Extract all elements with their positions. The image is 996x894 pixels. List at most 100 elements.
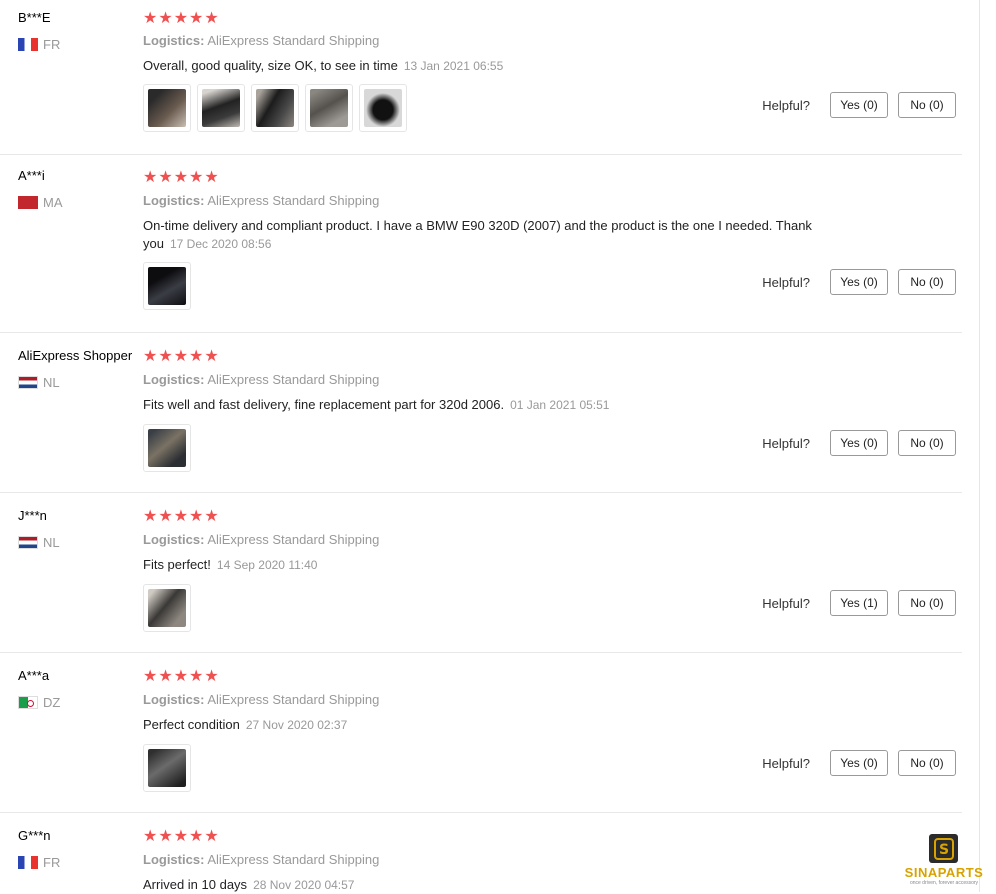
review-text: Arrived in 10 days 28 Nov 2020 04:57 — [143, 876, 843, 894]
helpful-yes-button[interactable]: Yes (0) — [830, 92, 888, 118]
review-feedback: Fits perfect! — [143, 557, 211, 572]
reviewer-country: DZ — [18, 695, 60, 710]
s-logo-icon: S — [929, 834, 958, 863]
logistics-value: AliExpress Standard Shipping — [207, 692, 380, 707]
star-rating: ★★★★★ — [143, 508, 220, 525]
helpful-yes-button[interactable]: Yes (0) — [830, 269, 888, 295]
review-item: J***n NL ★★★★★ Logistics: AliExpress Sta… — [0, 493, 962, 653]
reviewer-country: FR — [18, 855, 60, 870]
review-item: A***a DZ ★★★★★ Logistics: AliExpress Sta… — [0, 653, 962, 813]
review-photo[interactable] — [197, 84, 245, 132]
country-code: FR — [43, 37, 61, 52]
logistics-info: Logistics: AliExpress Standard Shipping — [143, 852, 379, 867]
logistics-label: Logistics: — [143, 193, 205, 208]
watermark-tagline: once driven, forever accessory — [909, 880, 979, 886]
reviewer-country: FR — [18, 37, 60, 52]
helpful-no-button[interactable]: No (0) — [898, 269, 956, 295]
star-rating: ★★★★★ — [143, 169, 220, 186]
reviewer-country: NL — [18, 535, 60, 550]
country-code: NL — [43, 535, 60, 550]
flag-icon — [18, 856, 38, 869]
helpful-no-button[interactable]: No (0) — [898, 430, 956, 456]
review-photos — [143, 262, 191, 310]
logistics-label: Logistics: — [143, 692, 205, 707]
logistics-label: Logistics: — [143, 372, 205, 387]
review-photo[interactable] — [143, 84, 191, 132]
review-text: On-time delivery and compliant product. … — [143, 217, 843, 253]
reviewer-name: J***n — [18, 508, 47, 523]
review-text: Fits perfect! 14 Sep 2020 11:40 — [143, 556, 843, 574]
helpful-label: Helpful? — [762, 595, 810, 611]
helpful-label: Helpful? — [762, 755, 810, 771]
review-date: 01 Jan 2021 05:51 — [510, 398, 610, 412]
review-text: Perfect condition 27 Nov 2020 02:37 — [143, 716, 843, 734]
review-list: B***E FR ★★★★★ Logistics: AliExpress Sta… — [0, 0, 962, 893]
review-item: B***E FR ★★★★★ Logistics: AliExpress Sta… — [0, 0, 962, 155]
review-photos — [143, 744, 191, 792]
review-item: AliExpress Shopper NL ★★★★★ Logistics: A… — [0, 333, 962, 493]
helpful-no-button[interactable]: No (0) — [898, 92, 956, 118]
logistics-value: AliExpress Standard Shipping — [207, 852, 380, 867]
review-photo[interactable] — [143, 584, 191, 632]
country-code: NL — [43, 375, 60, 390]
helpful-votes: Helpful? Yes (0) No (0) — [762, 92, 956, 118]
review-text: Fits well and fast delivery, fine replac… — [143, 396, 843, 414]
flag-icon — [18, 536, 38, 549]
watermark-logo: S SINAPARTS once driven, forever accesso… — [898, 834, 990, 888]
star-rating: ★★★★★ — [143, 668, 220, 685]
review-item: G***n FR ★★★★★ Logistics: AliExpress Sta… — [0, 813, 962, 893]
review-photo[interactable] — [251, 84, 299, 132]
star-rating: ★★★★★ — [143, 10, 220, 27]
review-photo[interactable] — [143, 424, 191, 472]
flag-icon — [18, 196, 38, 209]
review-feedback: Overall, good quality, size OK, to see i… — [143, 58, 398, 73]
logistics-value: AliExpress Standard Shipping — [207, 372, 380, 387]
helpful-votes: Helpful? Yes (0) No (0) — [762, 430, 956, 456]
reviewer-name: AliExpress Shopper — [18, 348, 133, 363]
logistics-info: Logistics: AliExpress Standard Shipping — [143, 193, 379, 208]
frame-edge — [979, 0, 980, 892]
flag-icon — [18, 376, 38, 389]
reviewer-name: A***a — [18, 668, 50, 683]
review-date: 17 Dec 2020 08:56 — [169, 237, 272, 251]
star-rating: ★★★★★ — [143, 348, 220, 365]
helpful-yes-button[interactable]: Yes (1) — [830, 590, 888, 616]
review-photos — [143, 84, 407, 132]
country-code: DZ — [43, 695, 61, 710]
reviewer-name: A***i — [18, 168, 45, 183]
flag-icon — [18, 38, 38, 51]
helpful-label: Helpful? — [762, 435, 810, 451]
review-photo[interactable] — [143, 262, 191, 310]
review-photo[interactable] — [359, 84, 407, 132]
logistics-value: AliExpress Standard Shipping — [207, 532, 380, 547]
review-text: Overall, good quality, size OK, to see i… — [143, 57, 843, 75]
review-photos — [143, 584, 191, 632]
review-feedback: Perfect condition — [143, 717, 240, 732]
helpful-yes-button[interactable]: Yes (0) — [830, 750, 888, 776]
reviewer-name: B***E — [18, 10, 51, 25]
review-feedback: Fits well and fast delivery, fine replac… — [143, 397, 505, 412]
country-code: FR — [43, 855, 61, 870]
logistics-info: Logistics: AliExpress Standard Shipping — [143, 692, 379, 707]
helpful-label: Helpful? — [762, 274, 810, 290]
helpful-no-button[interactable]: No (0) — [898, 750, 956, 776]
helpful-yes-button[interactable]: Yes (0) — [830, 430, 888, 456]
reviewer-name: G***n — [18, 828, 51, 843]
flag-icon — [18, 696, 38, 709]
reviewer-country: MA — [18, 195, 63, 210]
review-photos — [143, 424, 191, 472]
svg-text:S: S — [938, 842, 948, 858]
helpful-label: Helpful? — [762, 97, 810, 113]
logistics-label: Logistics: — [143, 852, 205, 867]
review-photo[interactable] — [143, 744, 191, 792]
review-date: 13 Jan 2021 06:55 — [403, 59, 504, 73]
review-feedback: Arrived in 10 days — [143, 877, 248, 892]
logistics-label: Logistics: — [143, 33, 205, 48]
review-photo[interactable] — [305, 84, 353, 132]
review-date: 27 Nov 2020 02:37 — [245, 718, 348, 732]
logistics-info: Logistics: AliExpress Standard Shipping — [143, 33, 379, 48]
helpful-votes: Helpful? Yes (0) No (0) — [762, 269, 956, 295]
helpful-no-button[interactable]: No (0) — [898, 590, 956, 616]
country-code: MA — [43, 195, 63, 210]
helpful-votes: Helpful? Yes (1) No (0) — [762, 590, 956, 616]
